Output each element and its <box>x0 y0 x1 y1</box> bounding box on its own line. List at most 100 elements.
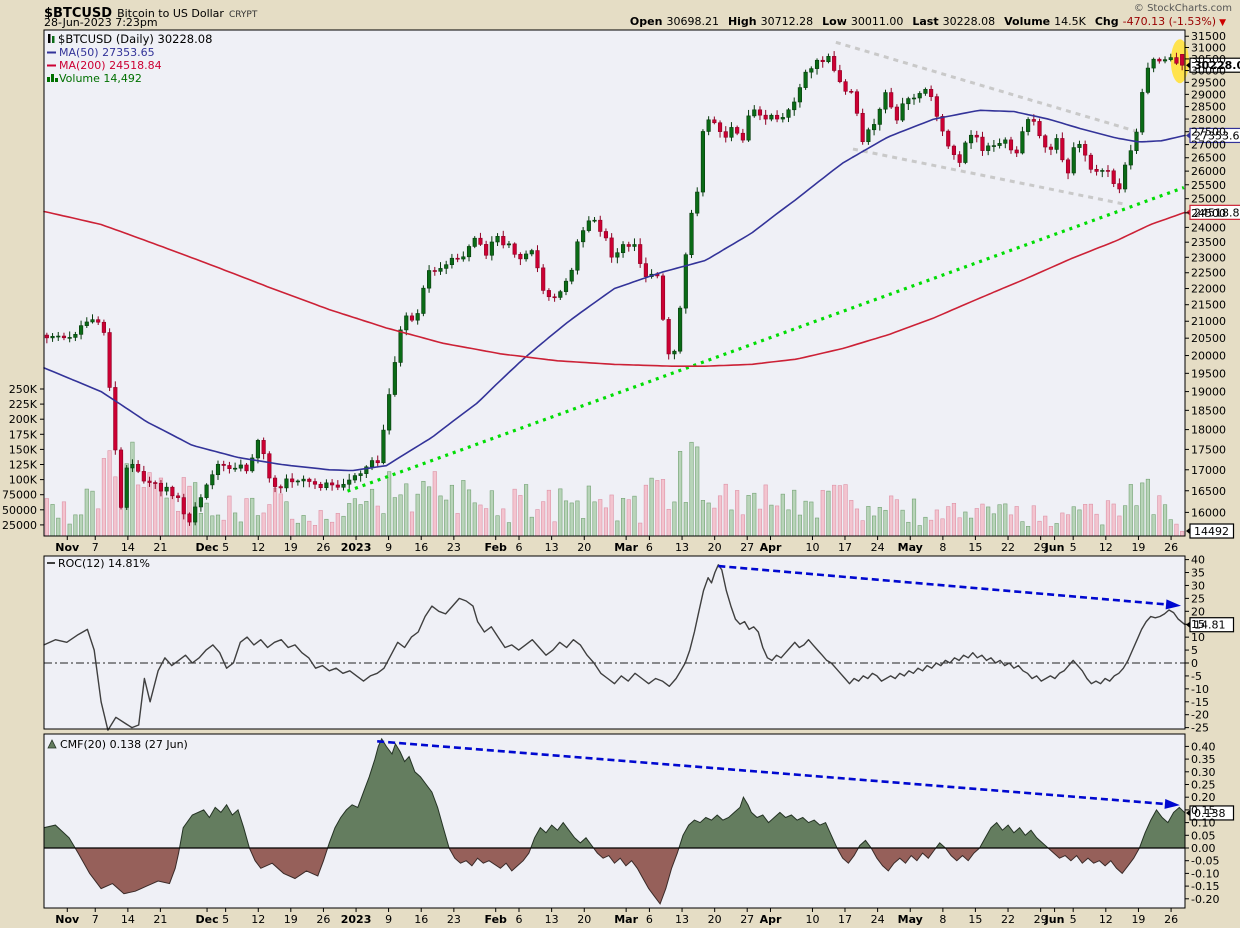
date-label: 27 <box>740 541 754 554</box>
price-tick-label: 26000 <box>1191 165 1226 178</box>
roc-panel: 14.81 <box>44 556 1234 730</box>
cmf-tick-label: 0.15 <box>1191 804 1216 817</box>
date-label: Nov <box>55 541 80 554</box>
volume-bar <box>524 484 528 536</box>
date-label: 26 <box>1164 541 1178 554</box>
volume-bar <box>62 502 66 536</box>
candle-down <box>1061 138 1065 159</box>
roc-tick-label: -15 <box>1191 696 1209 709</box>
candle-down <box>1095 169 1099 171</box>
candle-down <box>889 93 893 107</box>
date-label: 20 <box>708 913 722 926</box>
candle-up <box>798 88 802 102</box>
volume-bar <box>199 513 203 536</box>
volume-bar <box>986 507 990 536</box>
ma50-legend-label: MA(50) 27353.65 <box>59 46 155 59</box>
volume-bar <box>855 509 859 536</box>
volume-bar <box>1140 483 1144 536</box>
candle-down <box>975 135 979 137</box>
volume-bar <box>1004 504 1008 536</box>
volume-bar <box>661 479 665 536</box>
candle-up <box>884 93 888 110</box>
volume-legend-icon <box>47 77 50 82</box>
volume-bar <box>861 521 865 536</box>
volume-bar <box>268 505 272 536</box>
candle-down <box>1038 121 1042 135</box>
volume-bar <box>496 516 500 536</box>
x-axis: Nov71421Dec5121926202391623Feb61320Mar61… <box>55 908 1178 926</box>
candle-up <box>912 98 916 99</box>
date-label: 24 <box>871 913 885 926</box>
volume-bar <box>724 484 728 536</box>
volume-bar <box>1101 525 1105 536</box>
candle-up <box>165 487 169 491</box>
candle-down <box>479 238 483 244</box>
candle-up <box>199 498 203 507</box>
volume-bar <box>747 495 751 536</box>
candle-down <box>96 320 100 323</box>
candle-up <box>804 72 808 87</box>
candle-up <box>815 60 819 68</box>
volume-bar <box>1066 515 1070 536</box>
date-label: Apr <box>760 541 782 554</box>
date-label: 6 <box>646 913 653 926</box>
volume-bar <box>1169 520 1173 536</box>
candle-down <box>844 82 848 92</box>
volume-bar <box>370 489 374 536</box>
volume-bar <box>1106 501 1110 536</box>
volume-bar <box>462 480 466 536</box>
volume-bar <box>211 516 215 536</box>
volume-bar <box>570 503 574 536</box>
date-label: Feb <box>485 913 508 926</box>
price-tick-label: 19500 <box>1191 367 1226 380</box>
volume-bar <box>376 506 380 536</box>
cmf-tick-label: 0.35 <box>1191 753 1216 766</box>
volume-bar <box>171 495 175 536</box>
date-label: 8 <box>939 541 946 554</box>
candle-down <box>1175 58 1179 64</box>
candle-down <box>935 97 939 117</box>
volume-bar <box>91 491 95 536</box>
candle-down <box>114 387 118 450</box>
candle-up <box>901 104 905 120</box>
price-tick-label: 27000 <box>1191 139 1226 152</box>
candle-down <box>1009 140 1013 150</box>
candle-down <box>718 123 722 132</box>
volume-bar <box>564 501 568 536</box>
date-label: 16 <box>414 541 428 554</box>
date-label: 15 <box>968 913 982 926</box>
volume-bar <box>559 489 563 536</box>
candle-down <box>519 254 523 259</box>
volume-bar <box>804 501 808 536</box>
date-label: 19 <box>1131 913 1145 926</box>
volume-bar <box>427 487 431 536</box>
candle-down <box>222 464 226 465</box>
volume-bar <box>1049 526 1053 536</box>
price-tick-label: 31500 <box>1191 30 1226 43</box>
volume-bar <box>530 517 534 536</box>
cmf-tick-label: 0.10 <box>1191 817 1216 830</box>
volume-bar <box>296 523 300 536</box>
volume-bar <box>912 499 916 536</box>
volume-bar <box>935 510 939 536</box>
volume-bar <box>1180 531 1184 536</box>
price-tick-label: 23000 <box>1191 251 1226 264</box>
volume-bar <box>604 508 608 536</box>
candle-up <box>193 507 197 522</box>
volume-bar <box>330 522 334 536</box>
candle-up <box>872 124 876 129</box>
cmf-tick-label: 0.00 <box>1191 842 1216 855</box>
candle-up <box>621 244 625 252</box>
volume-bar <box>1129 484 1133 536</box>
candle-up <box>570 270 574 281</box>
roc-tick-label: 15 <box>1191 618 1205 631</box>
candle-down <box>1106 170 1110 171</box>
volume-bar <box>621 498 625 536</box>
volume-bar <box>404 484 408 536</box>
volume-bar <box>787 510 791 536</box>
candle-down <box>952 146 956 155</box>
candle-down <box>1043 136 1047 147</box>
candle-up <box>490 242 494 255</box>
volume-bar <box>188 486 192 536</box>
date-label: 20 <box>577 913 591 926</box>
